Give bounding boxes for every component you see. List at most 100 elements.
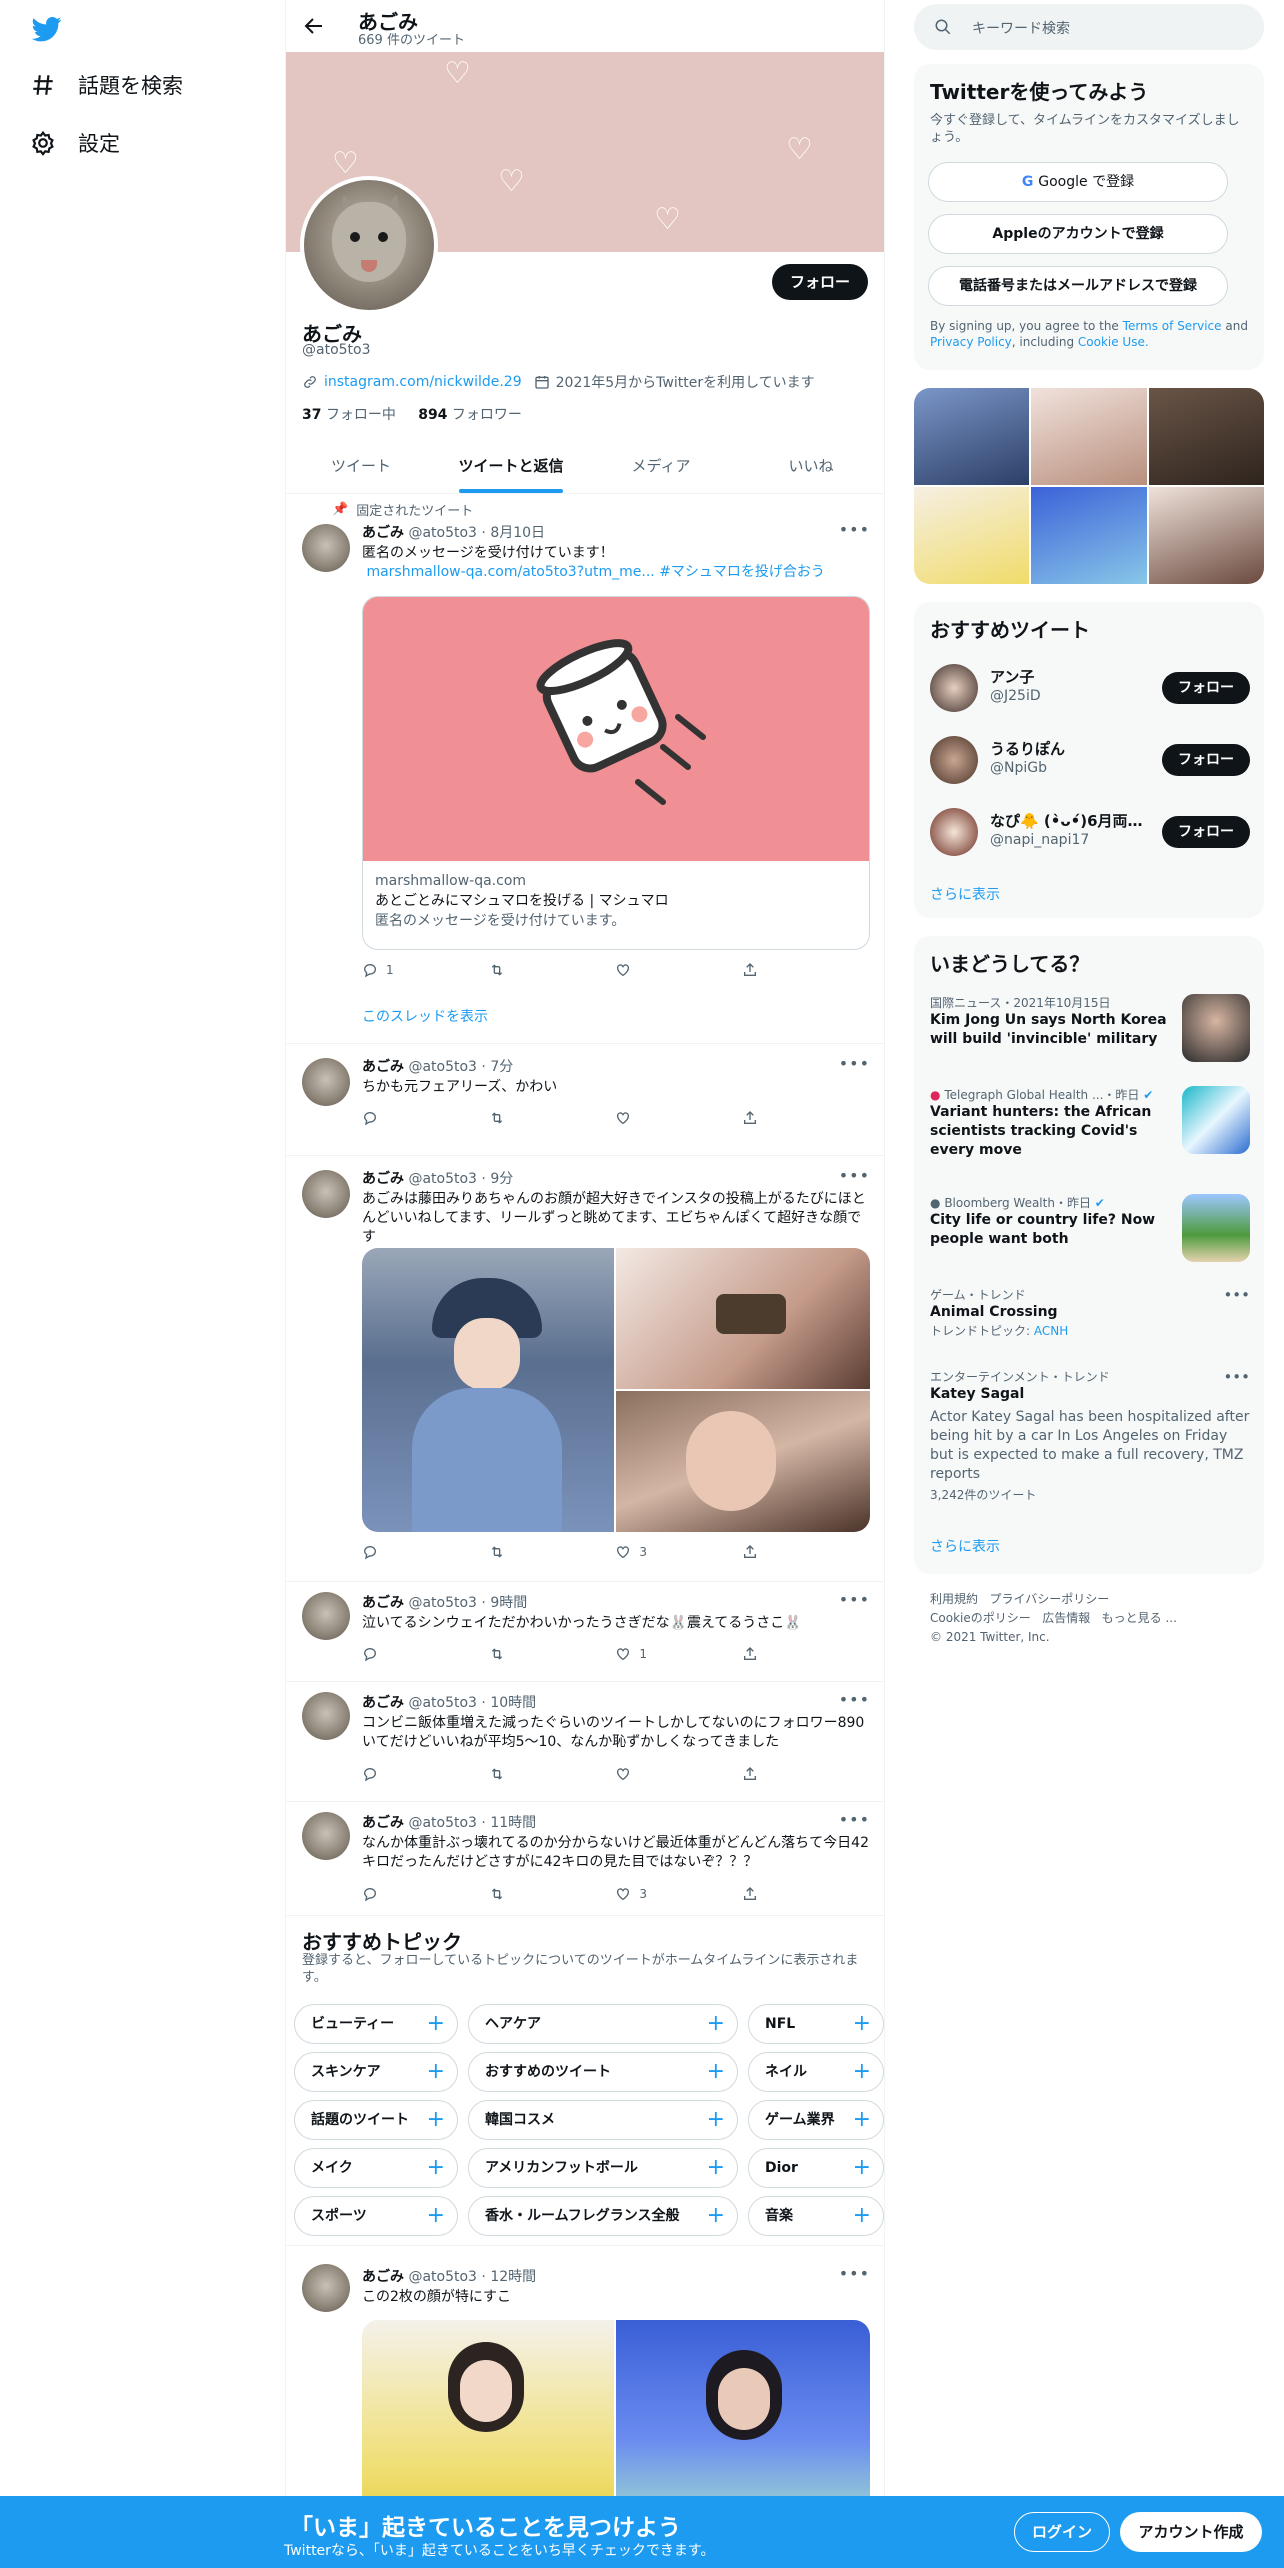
profile-avatar[interactable] bbox=[300, 176, 438, 314]
nav-explore[interactable]: 話題を検索 bbox=[30, 70, 183, 100]
tweet-avatar[interactable] bbox=[302, 2264, 350, 2312]
tweet[interactable]: あごみ @ato5to3 · 11時間 ••• なんか体重計ぶっ壊れてるのか分か… bbox=[286, 1802, 884, 1916]
like-button[interactable]: 3 bbox=[615, 1886, 675, 1902]
topic-chip[interactable]: スポーツ + bbox=[294, 2196, 458, 2236]
trend-item[interactable]: エンターテインメント・トレンド Katey Sagal Actor Katey … bbox=[930, 1368, 1250, 1518]
tweet-author-name[interactable]: あごみ bbox=[362, 2269, 404, 2285]
media-thumbnail[interactable] bbox=[914, 487, 1030, 584]
signup-button[interactable]: アカウント作成 bbox=[1120, 2512, 1262, 2552]
tweet-avatar[interactable] bbox=[302, 1812, 350, 1860]
recommended-account[interactable]: うるりぽん @NpiGb フォロー bbox=[930, 730, 1250, 790]
share-button[interactable] bbox=[742, 1544, 802, 1560]
tab-media[interactable]: メディア bbox=[586, 440, 736, 493]
tweet-link[interactable]: marshmallow-qa.com/ato5to3?utm_me... bbox=[366, 564, 654, 580]
media-thumbnail[interactable] bbox=[1031, 388, 1147, 485]
login-button[interactable]: ログイン bbox=[1014, 2512, 1110, 2552]
tweet-author-handle[interactable]: @ato5to3 bbox=[408, 1595, 477, 1611]
tweet-author-handle[interactable]: @ato5to3 bbox=[408, 1815, 477, 1831]
trend-sub-link[interactable]: ACNH bbox=[1034, 1324, 1068, 1338]
tweet-author-handle[interactable]: @ato5to3 bbox=[408, 525, 477, 541]
more-options-icon[interactable]: ••• bbox=[839, 520, 870, 539]
like-button[interactable]: 1 bbox=[615, 1646, 675, 1662]
tweet-photo[interactable] bbox=[616, 2320, 870, 2496]
media-thumbnail[interactable] bbox=[1031, 487, 1147, 584]
profile-website-link[interactable]: instagram.com/nickwilde.29 bbox=[324, 374, 522, 390]
tweet-author-handle[interactable]: @ato5to3 bbox=[408, 2269, 477, 2285]
terms-link[interactable]: Terms of Service bbox=[1123, 319, 1222, 333]
tweet-author-handle[interactable]: @ato5to3 bbox=[408, 1171, 477, 1187]
footer-ads-link[interactable]: 広告情報 bbox=[1042, 1611, 1090, 1625]
back-arrow-icon[interactable] bbox=[302, 14, 326, 38]
follow-button[interactable]: フォロー bbox=[1162, 672, 1250, 704]
topic-chip[interactable]: メイク + bbox=[294, 2148, 458, 2188]
avatar[interactable] bbox=[930, 736, 978, 784]
topic-chip[interactable]: 香水・ルームフレグランス全般 + bbox=[468, 2196, 738, 2236]
nav-settings[interactable]: 設定 bbox=[30, 128, 120, 158]
tweet-author-name[interactable]: あごみ bbox=[362, 525, 404, 541]
tweet-timestamp[interactable]: 8月10日 bbox=[490, 525, 545, 541]
show-more-link[interactable]: さらに表示 bbox=[930, 1536, 1000, 1556]
apple-signup-button[interactable]: Appleのアカウントで登録 bbox=[928, 214, 1228, 254]
privacy-link[interactable]: Privacy Policy bbox=[930, 335, 1012, 349]
footer-terms-link[interactable]: 利用規約 bbox=[930, 1592, 978, 1606]
more-options-icon[interactable]: ••• bbox=[839, 1690, 870, 1709]
tweet-author-name[interactable]: あごみ bbox=[362, 1059, 404, 1075]
trend-item[interactable]: ● Bloomberg Wealth・昨日 ✔ City life or cou… bbox=[930, 1194, 1250, 1274]
retweet-button[interactable] bbox=[489, 1110, 549, 1126]
trend-item[interactable]: ● Telegraph Global Health ...・昨日 ✔ Varia… bbox=[930, 1086, 1250, 1176]
avatar[interactable] bbox=[930, 664, 978, 712]
like-button[interactable] bbox=[615, 962, 675, 978]
avatar[interactable] bbox=[930, 808, 978, 856]
cookie-link[interactable]: Cookie Use. bbox=[1078, 335, 1149, 349]
footer-cookie-link[interactable]: Cookieのポリシー bbox=[930, 1611, 1031, 1625]
topic-chip[interactable]: ゲーム業界 + bbox=[748, 2100, 884, 2140]
more-options-icon[interactable]: ••• bbox=[1223, 1286, 1250, 1304]
tweet-timestamp[interactable]: 11時間 bbox=[490, 1815, 536, 1831]
tweet-author-name[interactable]: あごみ bbox=[362, 1595, 404, 1611]
topic-chip[interactable]: ネイル + bbox=[748, 2052, 884, 2092]
link-card[interactable]: marshmallow-qa.com あとごとみにマシュマロを投げる | マシュ… bbox=[362, 596, 870, 950]
trend-item[interactable]: 国際ニュース・2021年10月15日 Kim Jong Un says Nort… bbox=[930, 994, 1250, 1072]
tweet-avatar[interactable] bbox=[302, 1058, 350, 1106]
phone-email-signup-button[interactable]: 電話番号またはメールアドレスで登録 bbox=[928, 266, 1228, 306]
retweet-button[interactable] bbox=[489, 1544, 549, 1560]
footer-more-link[interactable]: もっと見る ... bbox=[1102, 1611, 1177, 1625]
retweet-button[interactable] bbox=[489, 1886, 549, 1902]
share-button[interactable] bbox=[742, 962, 802, 978]
share-button[interactable] bbox=[742, 1110, 802, 1126]
reply-button[interactable] bbox=[362, 1886, 422, 1902]
share-button[interactable] bbox=[742, 1766, 802, 1782]
more-options-icon[interactable]: ••• bbox=[839, 1054, 870, 1073]
tweet-author-handle[interactable]: @ato5to3 bbox=[408, 1695, 477, 1711]
tab-tweets-and-replies[interactable]: ツイートと返信 bbox=[436, 440, 586, 493]
twitter-logo-icon[interactable] bbox=[30, 14, 64, 44]
tweet-timestamp[interactable]: 9分 bbox=[490, 1171, 513, 1187]
tweet-photo[interactable] bbox=[362, 2320, 614, 2496]
tweet-timestamp[interactable]: 12時間 bbox=[490, 2269, 536, 2285]
tweet[interactable]: あごみ @ato5to3 · 9分 ••• あごみは藤田みりあちゃんのお顔が超大… bbox=[286, 1156, 884, 1582]
recommended-account[interactable]: アン子 @J25iD フォロー bbox=[930, 658, 1250, 718]
show-thread-link[interactable]: このスレッドを表示 bbox=[362, 1006, 488, 1026]
tweet[interactable]: あごみ @ato5to3 · 9時間 ••• 泣いてるシンウェイただかわいかった… bbox=[286, 1582, 884, 1682]
show-more-link[interactable]: さらに表示 bbox=[930, 884, 1000, 904]
tweet[interactable]: あごみ @ato5to3 · 10時間 ••• コンビニ飯体重増えた減ったぐらい… bbox=[286, 1682, 884, 1802]
tweet-photo[interactable] bbox=[616, 1248, 870, 1389]
recommended-account[interactable]: なぴ🐥 (•̀ᴗ•́)6月両顎＋... @napi_napi17 フォロー bbox=[930, 802, 1250, 862]
more-options-icon[interactable]: ••• bbox=[839, 2264, 870, 2283]
tweet-avatar[interactable] bbox=[302, 1592, 350, 1640]
like-button[interactable] bbox=[615, 1766, 675, 1782]
following-link[interactable]: 37 フォロー中 bbox=[302, 407, 396, 423]
reply-button[interactable] bbox=[362, 1544, 422, 1560]
reply-button[interactable] bbox=[362, 1646, 422, 1662]
tweet-photo[interactable] bbox=[616, 1391, 870, 1532]
topic-chip[interactable]: 韓国コスメ + bbox=[468, 2100, 738, 2140]
topic-chip[interactable]: スキンケア + bbox=[294, 2052, 458, 2092]
more-options-icon[interactable]: ••• bbox=[1223, 1368, 1250, 1386]
profile-follow-button[interactable]: フォロー bbox=[771, 264, 868, 300]
tweet-author-name[interactable]: あごみ bbox=[362, 1171, 404, 1187]
search-box[interactable]: キーワード検索 bbox=[914, 4, 1264, 50]
followers-link[interactable]: 894 フォロワー bbox=[418, 407, 522, 423]
topic-chip[interactable]: NFL + bbox=[748, 2004, 884, 2044]
tab-likes[interactable]: いいね bbox=[736, 440, 884, 493]
tab-tweets[interactable]: ツイート bbox=[286, 440, 436, 493]
